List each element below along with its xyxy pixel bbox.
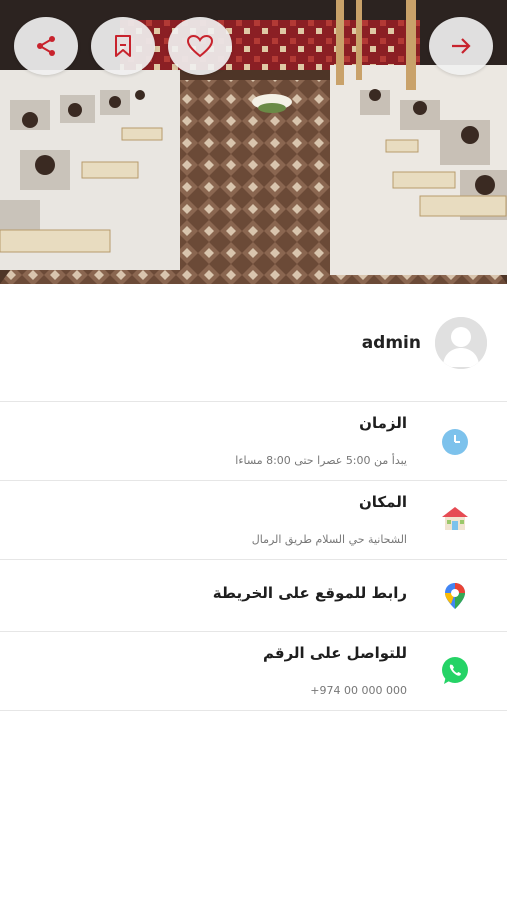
favorite-button[interactable] (168, 17, 232, 75)
avatar (435, 316, 487, 369)
map-link-title[interactable]: رابط للموقع على الخريطة (213, 584, 407, 602)
map-pin-icon (440, 581, 470, 611)
place-row: المكان الشحانية حي السلام طريق الرمال (0, 481, 507, 560)
bookmark-button[interactable] (91, 17, 155, 75)
contact-title: للتواصل على الرقم (263, 644, 407, 662)
back-button[interactable] (429, 17, 493, 75)
place-value: الشحانية حي السلام طريق الرمال (251, 533, 407, 546)
whatsapp-icon (440, 656, 470, 686)
share-button[interactable] (14, 17, 78, 75)
place-title: المكان (359, 493, 407, 511)
user-placeholder-icon (435, 316, 487, 369)
heart-icon (186, 34, 214, 58)
house-icon (440, 503, 470, 533)
contact-row[interactable]: للتواصل على الرقم +974 00 000 000 (0, 632, 507, 711)
clock-icon (440, 427, 470, 457)
bookmark-icon (115, 35, 131, 57)
time-row: الزمان يبدأ من 5:00 عصرا حتى 8:00 مساءا (0, 402, 507, 481)
time-value: يبدأ من 5:00 عصرا حتى 8:00 مساءا (235, 454, 407, 467)
time-title: الزمان (359, 414, 407, 432)
host-profile[interactable]: admin (0, 284, 507, 402)
arrow-right-icon (452, 38, 471, 54)
map-link-row[interactable]: رابط للموقع على الخريطة (0, 560, 507, 632)
contact-phone[interactable]: +974 00 000 000 (310, 684, 407, 697)
event-cover-image (0, 0, 507, 284)
host-name: admin (361, 332, 421, 353)
share-icon (37, 36, 55, 56)
